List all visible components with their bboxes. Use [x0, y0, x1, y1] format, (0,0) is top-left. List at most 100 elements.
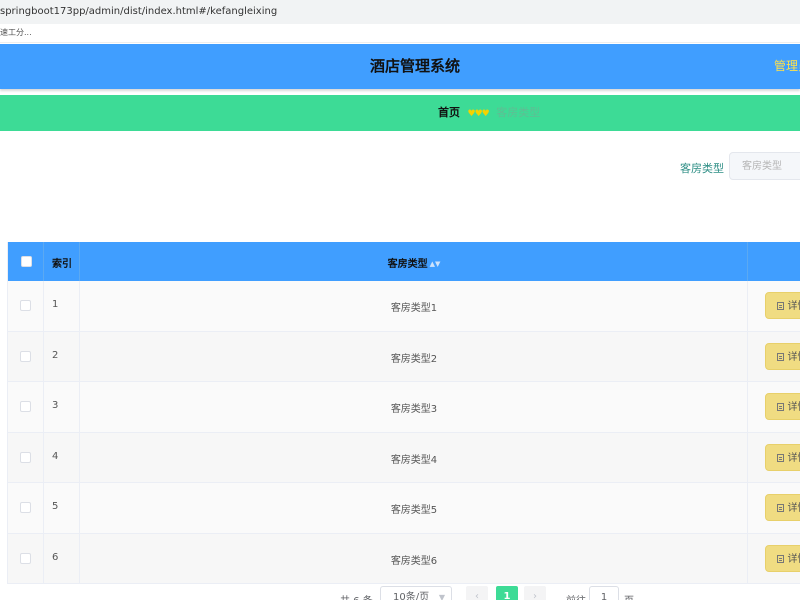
url-text[interactable]: springboot173pp/admin/dist/index.html#/k…: [0, 0, 277, 24]
heart-separator-icon: ♥♥♥: [467, 109, 490, 119]
detail-label: 详情: [787, 553, 800, 565]
row-type-cell: 客房类型4: [80, 432, 748, 482]
detail-button[interactable]: 详情: [765, 292, 800, 319]
row-index-cell: 2: [44, 331, 80, 381]
row-index-cell: 6: [44, 533, 80, 583]
browser-address-bar[interactable]: springboot173pp/admin/dist/index.html#/k…: [0, 0, 800, 25]
document-icon: [776, 554, 784, 563]
row-index: 6: [52, 551, 59, 563]
detail-button[interactable]: 详情: [765, 443, 800, 471]
row-action-cell: 详情: [748, 483, 800, 533]
header-action-cell: [748, 242, 800, 281]
select-all-checkbox[interactable]: [21, 256, 32, 267]
page-size-value: 10条/页: [393, 592, 430, 600]
document-icon: [776, 302, 784, 310]
admin-link[interactable]: 管理员: [774, 44, 800, 89]
document-icon: [776, 504, 784, 512]
row-checkbox[interactable]: [20, 401, 31, 412]
sort-icon[interactable]: ▲▼: [430, 260, 441, 268]
row-index: 4: [52, 450, 59, 462]
row-checkbox-cell: [8, 533, 44, 583]
row-index-cell: 4: [44, 432, 80, 482]
detail-label: 详情: [787, 351, 800, 363]
table-row: 5 客房类型5 详情: [8, 483, 800, 534]
breadcrumb-current: 客房类型: [496, 106, 541, 119]
detail-button[interactable]: 详情: [765, 393, 800, 420]
detail-label: 详情: [787, 301, 800, 312]
detail-button[interactable]: 详情: [765, 342, 800, 370]
row-index: 2: [52, 349, 59, 361]
document-icon: [776, 453, 784, 462]
detail-label: 详情: [787, 503, 800, 514]
prev-page-button[interactable]: ‹: [466, 586, 488, 600]
row-checkbox-cell: [8, 483, 44, 533]
table-row: 1 客房类型1 详情: [8, 281, 800, 332]
table-row: 3 客房类型3 详情: [8, 382, 800, 433]
bookmarks-bar: 速工分...: [0, 24, 800, 43]
table-row: 6 客房类型6 详情: [8, 533, 800, 584]
row-checkbox[interactable]: [20, 300, 31, 311]
goto-label: 前往: [566, 592, 586, 600]
chevron-down-icon: ▼: [438, 593, 445, 600]
row-action-cell: 详情: [748, 433, 800, 483]
next-page-button[interactable]: ›: [524, 586, 546, 600]
header-type-cell[interactable]: 客房类型 ▲▼: [80, 242, 748, 281]
room-type-search-input[interactable]: [729, 152, 800, 180]
row-room-type: 客房类型4: [390, 454, 438, 466]
row-checkbox-cell: [8, 432, 44, 482]
search-label: 客房类型: [680, 162, 724, 175]
table-header: 索引 客房类型 ▲▼: [8, 242, 800, 281]
row-index: 1: [52, 299, 59, 310]
type-column-label: 客房类型: [387, 259, 428, 270]
row-type-cell: 客房类型1: [80, 281, 748, 331]
row-index-cell: 3: [44, 382, 80, 432]
row-checkbox-cell: [8, 382, 44, 432]
row-room-type: 客房类型5: [390, 505, 438, 516]
detail-label: 详情: [787, 402, 800, 413]
detail-button[interactable]: 详情: [765, 544, 800, 572]
row-type-cell: 客房类型5: [80, 483, 748, 533]
row-index-cell: 5: [44, 483, 80, 533]
table-row: 2 客房类型2 详情: [8, 331, 800, 382]
row-room-type: 客房类型1: [390, 303, 438, 314]
row-room-type: 客房类型3: [390, 404, 438, 415]
row-index: 5: [52, 501, 59, 512]
row-action-cell: 详情: [748, 382, 800, 432]
header-checkbox-cell: [8, 242, 44, 281]
row-room-type: 客房类型2: [390, 353, 438, 365]
room-type-table: 索引 客房类型▲▼ 1 客房类型1 详情 2 客房类型2 详情 3 客房类型3 …: [7, 242, 800, 584]
row-checkbox[interactable]: [20, 552, 31, 564]
pagination-total: 共 6 条: [340, 592, 373, 600]
goto-unit: 页: [624, 592, 634, 600]
row-type-cell: 客房类型3: [80, 382, 748, 432]
row-action-cell: 详情: [748, 281, 800, 331]
row-checkbox[interactable]: [20, 451, 31, 463]
row-checkbox-cell: [8, 281, 44, 331]
goto-page-input[interactable]: 1: [589, 586, 619, 600]
table-row: 4 客房类型4 详情: [8, 432, 800, 483]
row-checkbox-cell: [8, 331, 44, 381]
page-size-select[interactable]: 10条/页 ▼: [380, 586, 452, 600]
row-index-cell: 1: [44, 281, 80, 331]
row-index: 3: [52, 400, 59, 411]
row-room-type: 客房类型6: [390, 555, 438, 567]
row-checkbox[interactable]: [20, 350, 31, 362]
page-number-button[interactable]: 1: [496, 586, 518, 600]
document-icon: [776, 352, 784, 361]
document-icon: [776, 403, 784, 411]
app-title: 酒店管理系统: [369, 57, 460, 75]
row-type-cell: 客房类型6: [80, 533, 748, 583]
breadcrumb-bar: 首页 ♥♥♥ 客房类型: [0, 95, 800, 131]
row-action-cell: 详情: [748, 534, 800, 584]
row-checkbox[interactable]: [20, 502, 31, 513]
type-column-header[interactable]: 客房类型 ▲▼: [80, 255, 748, 270]
breadcrumb: 首页 ♥♥♥ 客房类型: [438, 95, 540, 131]
bookmark-item[interactable]: 速工分...: [0, 28, 32, 37]
row-action-cell: 详情: [748, 332, 800, 382]
index-column-header: 索引: [52, 259, 72, 270]
detail-label: 详情: [787, 452, 800, 464]
pagination: 共 6 条 10条/页 ▼ ‹ 1 › 前往 1 页: [0, 586, 800, 600]
app-header: 酒店管理系统 管理员: [0, 44, 800, 89]
breadcrumb-home[interactable]: 首页: [438, 106, 460, 119]
detail-button[interactable]: 详情: [765, 494, 800, 521]
